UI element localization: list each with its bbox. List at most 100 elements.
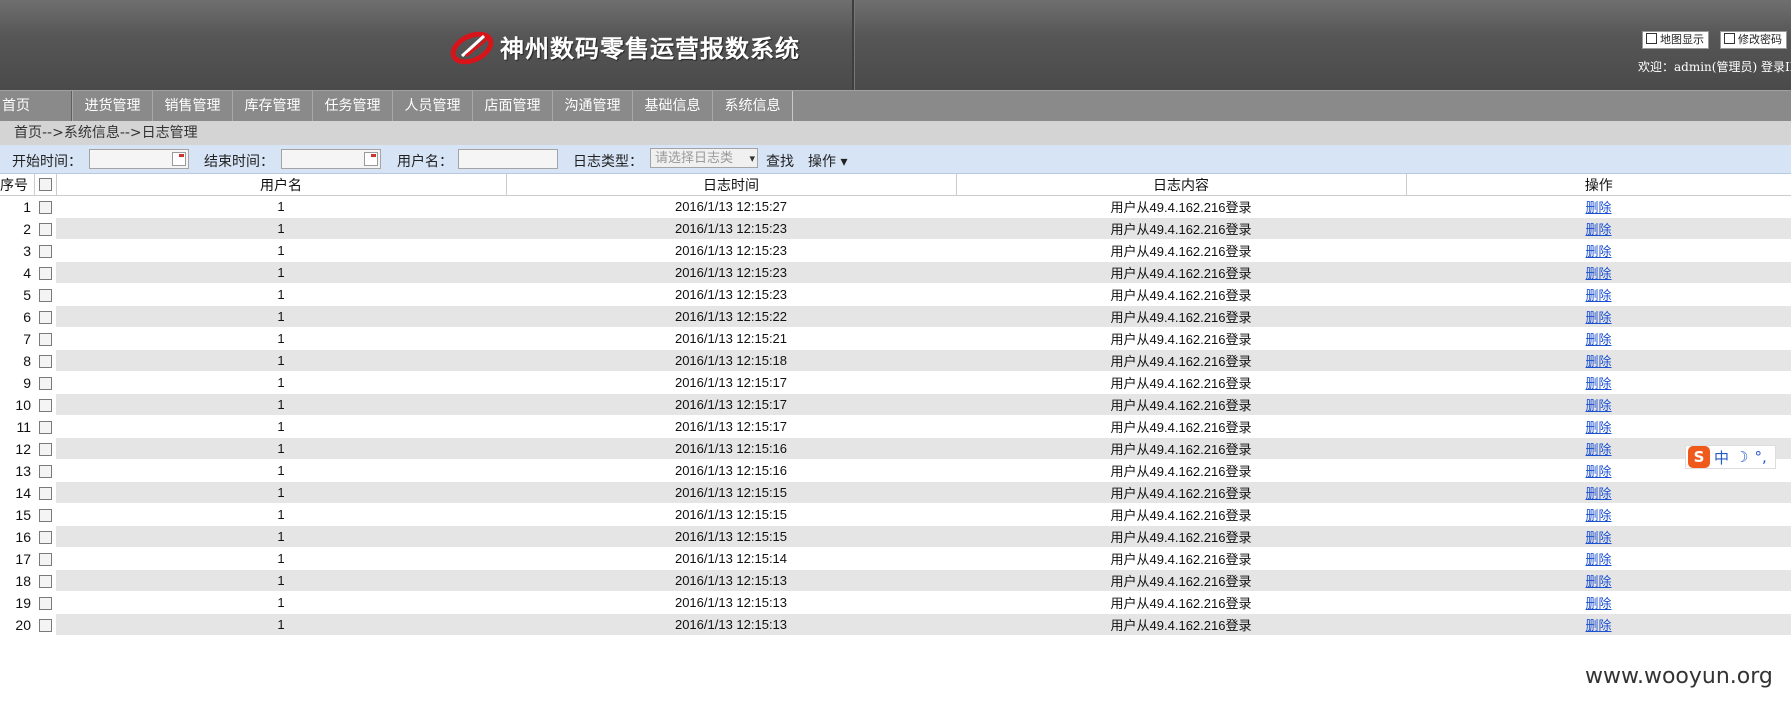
nav-item-purchase[interactable]: 进货管理 (72, 91, 153, 121)
row-select-cell (34, 327, 56, 350)
col-header-select-all (34, 174, 57, 196)
delete-link[interactable]: 删除 (1585, 266, 1611, 281)
delete-link[interactable]: 删除 (1585, 332, 1611, 347)
delete-link[interactable]: 删除 (1585, 288, 1611, 303)
row-checkbox[interactable] (38, 421, 52, 435)
nav-item-basic-info[interactable]: 基础信息 (632, 91, 713, 121)
row-log-content: 用户从49.4.162.216登录 (956, 261, 1406, 284)
action-menu-button[interactable]: 操作 ▾ (808, 151, 847, 171)
nav-item-home[interactable]: 首页 (0, 91, 72, 121)
delete-link[interactable]: 删除 (1585, 442, 1611, 457)
row-actions: 删除 (1406, 415, 1791, 438)
row-username: 1 (56, 459, 506, 482)
nav-item-inventory[interactable]: 库存管理 (232, 91, 313, 121)
log-table: 序号 用户名 日志时间 日志内容 操作 1 1 2016/1/13 12:15:27… (0, 174, 1791, 636)
delete-link[interactable]: 删除 (1585, 398, 1611, 413)
ime-toolbar[interactable]: S 中 ☽ °, (1685, 445, 1776, 469)
end-time-label: 结束时间： (204, 154, 274, 170)
delete-link[interactable]: 删除 (1585, 508, 1611, 523)
row-checkbox[interactable] (38, 311, 52, 325)
row-checkbox[interactable] (38, 245, 52, 259)
row-log-content: 用户从49.4.162.216登录 (956, 239, 1406, 262)
delete-link[interactable]: 删除 (1585, 222, 1611, 237)
table-row: 12 1 2016/1/13 12:15:16 用户从49.4.162.216登录 删除 (0, 437, 1791, 460)
moon-icon[interactable]: ☽ (1735, 448, 1748, 466)
delete-link[interactable]: 删除 (1585, 596, 1611, 611)
chevron-down-icon: ▾ (749, 152, 755, 165)
row-checkbox[interactable] (38, 267, 52, 281)
table-row: 18 1 2016/1/13 12:15:13 用户从49.4.162.216登录 删除 (0, 569, 1791, 592)
punctuation-toggle[interactable]: °, (1754, 448, 1766, 466)
row-checkbox[interactable] (38, 333, 52, 347)
delete-link[interactable]: 删除 (1585, 464, 1611, 479)
row-checkbox[interactable] (38, 531, 52, 545)
row-checkbox[interactable] (38, 377, 52, 391)
delete-link[interactable]: 删除 (1585, 486, 1611, 501)
map-display-label: 地图显示 (1660, 33, 1704, 46)
row-username: 1 (56, 371, 506, 394)
nav-item-staff[interactable]: 人员管理 (392, 91, 473, 121)
delete-link[interactable]: 删除 (1585, 354, 1611, 369)
row-checkbox[interactable] (38, 553, 52, 567)
username-input[interactable] (458, 149, 558, 169)
row-checkbox[interactable] (38, 597, 52, 611)
row-checkbox[interactable] (38, 355, 52, 369)
delete-link[interactable]: 删除 (1585, 200, 1611, 215)
row-checkbox[interactable] (38, 465, 52, 479)
nav-item-communication[interactable]: 沟通管理 (552, 91, 633, 121)
app-logo: 神州数码零售运营报数系统 (448, 26, 800, 66)
row-select-cell (34, 459, 56, 482)
delete-link[interactable]: 删除 (1585, 618, 1611, 633)
select-all-checkbox[interactable] (38, 178, 52, 191)
change-password-button[interactable]: 修改密码 (1720, 31, 1787, 49)
row-checkbox[interactable] (38, 399, 52, 413)
search-button[interactable]: 查找 (766, 151, 794, 171)
row-actions: 删除 (1406, 217, 1791, 240)
row-select-cell (34, 503, 56, 526)
row-log-content: 用户从49.4.162.216登录 (956, 569, 1406, 592)
row-checkbox[interactable] (38, 223, 52, 237)
row-actions: 删除 (1406, 481, 1791, 504)
nav-item-tasks[interactable]: 任务管理 (312, 91, 393, 121)
ime-language-toggle[interactable]: 中 (1714, 447, 1729, 468)
row-checkbox[interactable] (38, 443, 52, 457)
row-checkbox[interactable] (38, 487, 52, 501)
row-log-time: 2016/1/13 12:15:16 (506, 459, 956, 482)
row-username: 1 (56, 569, 506, 592)
row-actions: 删除 (1406, 569, 1791, 592)
row-log-time: 2016/1/13 12:15:18 (506, 349, 956, 372)
nav-item-sales[interactable]: 销售管理 (152, 91, 233, 121)
row-select-cell (34, 613, 56, 636)
row-select-cell (34, 415, 56, 438)
table-header-row: 序号 用户名 日志时间 日志内容 操作 (0, 174, 1791, 196)
map-display-button[interactable]: 地图显示 (1642, 31, 1709, 49)
delete-link[interactable]: 删除 (1585, 420, 1611, 435)
row-index: 9 (0, 371, 34, 394)
row-checkbox[interactable] (38, 619, 52, 633)
delete-link[interactable]: 删除 (1585, 552, 1611, 567)
delete-link[interactable]: 删除 (1585, 376, 1611, 391)
row-log-time: 2016/1/13 12:15:17 (506, 393, 956, 416)
delete-link[interactable]: 删除 (1585, 574, 1611, 589)
row-checkbox[interactable] (38, 201, 52, 215)
nav-item-stores[interactable]: 店面管理 (472, 91, 553, 121)
row-username: 1 (56, 305, 506, 328)
row-checkbox[interactable] (38, 575, 52, 589)
delete-link[interactable]: 删除 (1585, 530, 1611, 545)
row-actions: 删除 (1406, 261, 1791, 284)
end-calendar-icon[interactable] (364, 152, 378, 166)
delete-link[interactable]: 删除 (1585, 310, 1611, 325)
row-username: 1 (56, 591, 506, 614)
log-type-placeholder: 请选择日志类 (655, 151, 734, 166)
start-calendar-icon[interactable] (172, 152, 186, 166)
row-log-time: 2016/1/13 12:15:15 (506, 503, 956, 526)
row-index: 6 (0, 305, 34, 328)
delete-link[interactable]: 删除 (1585, 244, 1611, 259)
log-type-select[interactable]: 请选择日志类 ▾ (650, 148, 758, 168)
row-checkbox[interactable] (38, 509, 52, 523)
row-index: 19 (0, 591, 34, 614)
row-checkbox[interactable] (38, 289, 52, 303)
row-actions: 删除 (1406, 547, 1791, 570)
row-index: 17 (0, 547, 34, 570)
nav-item-system-info[interactable]: 系统信息 (712, 91, 793, 121)
